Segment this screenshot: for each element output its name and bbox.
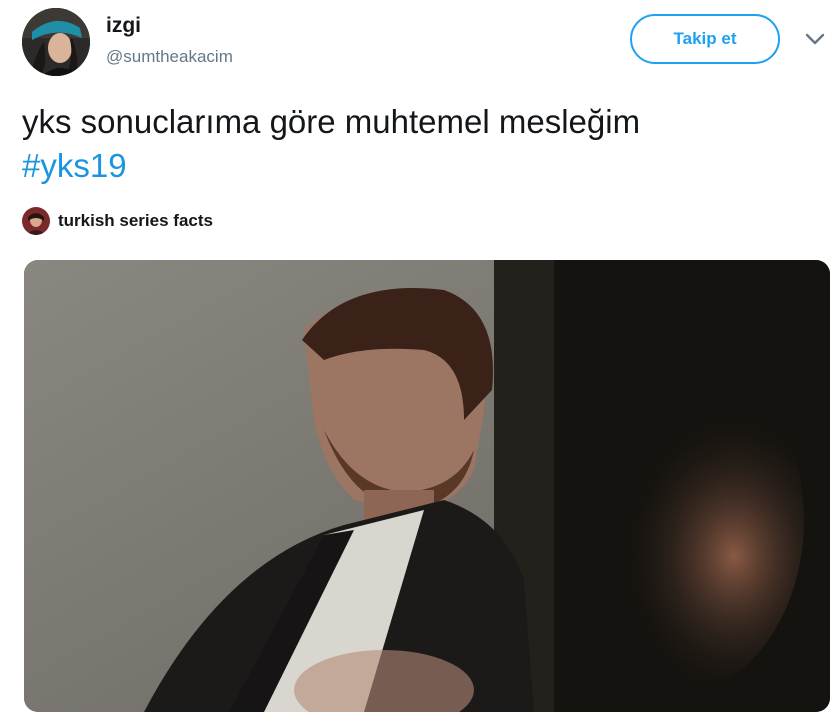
chevron-down-icon[interactable] — [804, 32, 826, 46]
source-avatar[interactable] — [22, 207, 50, 235]
tweet-text-line: yks sonuclarıma göre muhtemel mesleğim — [22, 103, 641, 140]
author-display-name[interactable]: izgi — [106, 14, 141, 38]
tweet-card: izgi @sumtheakacim Takip et yks sonuclar… — [0, 0, 840, 720]
profile-photo-icon — [22, 8, 90, 76]
hashtag-link[interactable]: #yks19 — [22, 144, 812, 188]
tweet-media[interactable] — [24, 260, 830, 712]
source-profile-photo-icon — [22, 207, 50, 235]
tweet-text: yks sonuclarıma göre muhtemel mesleğim #… — [22, 100, 812, 188]
author-avatar[interactable] — [22, 8, 90, 76]
author-handle[interactable]: @sumtheakacim — [106, 47, 233, 67]
media-source-attribution[interactable]: turkish series facts — [22, 206, 213, 236]
man-in-suit-photo-icon — [24, 260, 830, 712]
source-name[interactable]: turkish series facts — [58, 211, 213, 231]
follow-button[interactable]: Takip et — [630, 14, 780, 64]
